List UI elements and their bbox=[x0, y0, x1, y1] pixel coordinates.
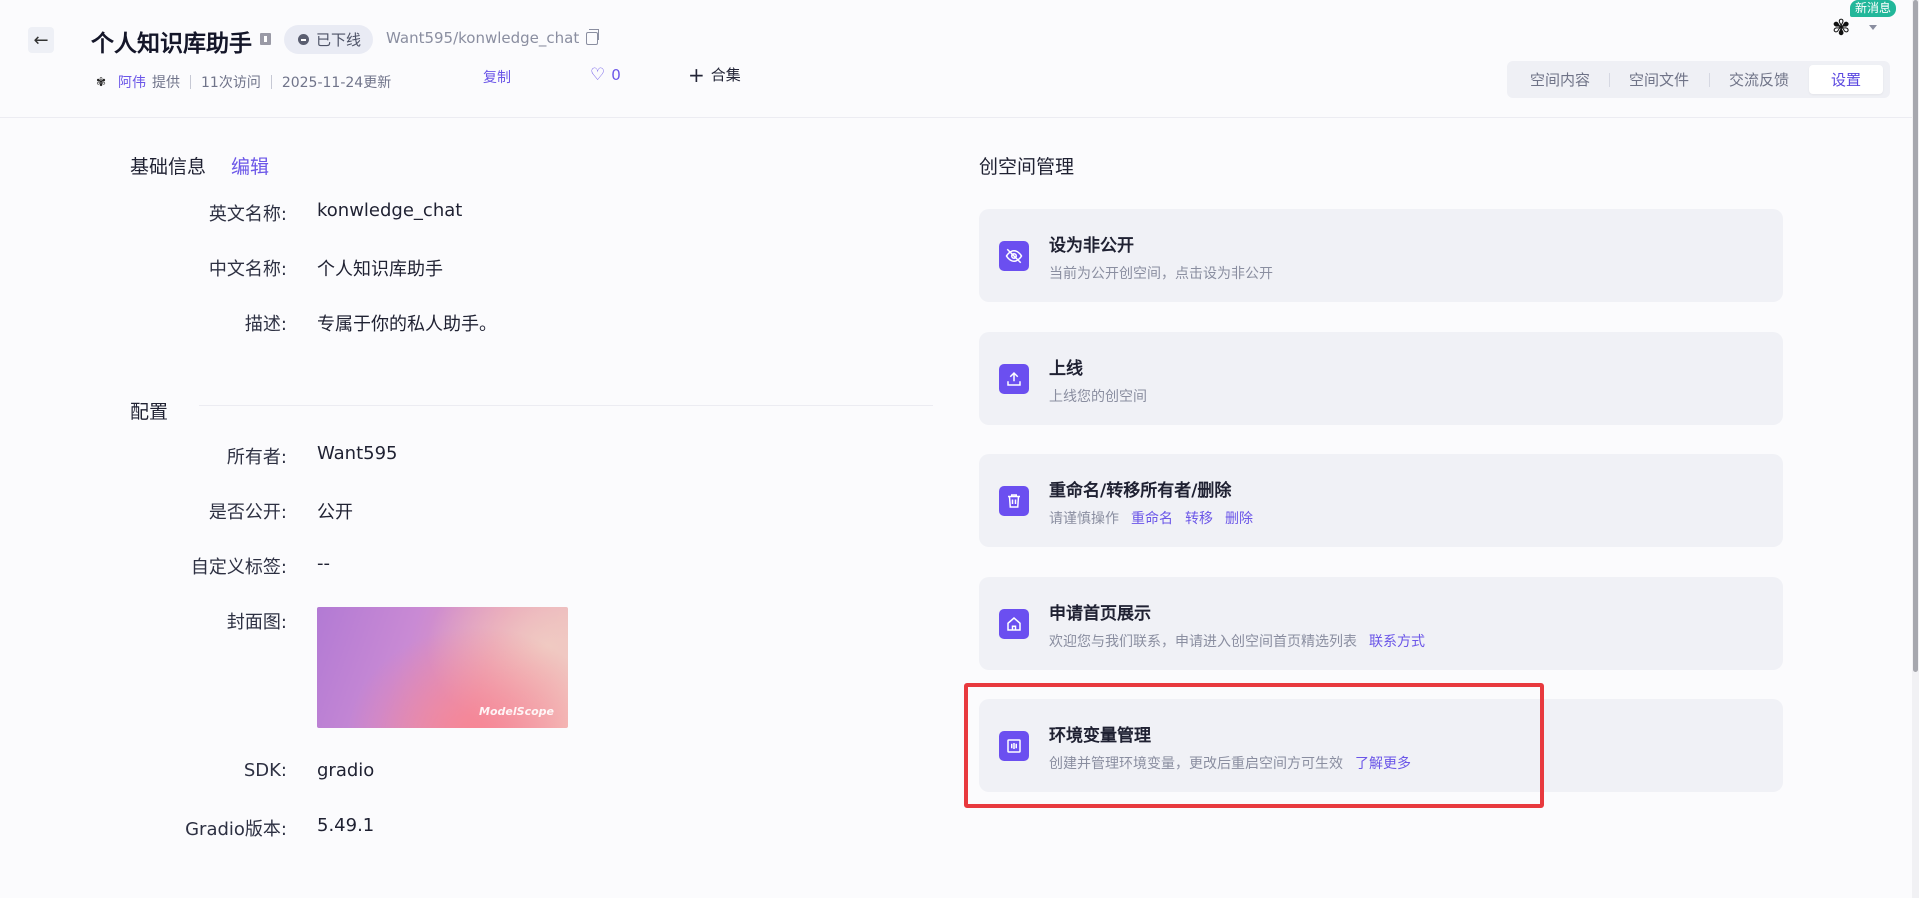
config-title: 配置 bbox=[130, 401, 169, 423]
home-icon bbox=[999, 609, 1029, 639]
visit-count: 11次访问 bbox=[201, 75, 261, 91]
go-online-card[interactable]: 上线 上线您的创空间 bbox=[979, 332, 1783, 425]
card-description: 上线您的创空间 bbox=[1049, 386, 1147, 406]
contact-link[interactable]: 联系方式 bbox=[1369, 631, 1425, 651]
copy-button[interactable]: 复制 bbox=[483, 67, 511, 87]
owner-value: Want595 bbox=[317, 443, 398, 464]
author-link[interactable]: 阿伟 bbox=[118, 72, 146, 92]
site-logo-icon[interactable]: ✾ bbox=[1832, 16, 1856, 42]
card-description: 请谨慎操作 重命名 转移 删除 bbox=[1049, 508, 1253, 528]
tab-feedback[interactable]: 交流反馈 bbox=[1709, 65, 1809, 94]
management-title: 创空间管理 bbox=[979, 156, 1075, 178]
copy-path-icon[interactable] bbox=[586, 29, 599, 45]
field-label: Gradio版本: bbox=[185, 819, 287, 840]
env-var-icon bbox=[999, 731, 1029, 761]
homepage-showcase-card: 申请首页展示 欢迎您与我们联系，申请进入创空间首页精选列表 联系方式 bbox=[979, 577, 1783, 670]
trash-icon bbox=[999, 486, 1029, 516]
card-desc-text: 欢迎您与我们联系，申请进入创空间首页精选列表 bbox=[1049, 634, 1357, 650]
card-desc-text: 上线您的创空间 bbox=[1049, 389, 1147, 405]
status-badge: 已下线 bbox=[284, 25, 374, 54]
page-header: ← 个人知识库助手 已下线 Want595/konwledge_chat ✾ 阿… bbox=[0, 0, 1919, 118]
section-divider bbox=[199, 405, 933, 406]
card-description: 欢迎您与我们联系，申请进入创空间首页精选列表 联系方式 bbox=[1049, 631, 1425, 651]
delete-link[interactable]: 删除 bbox=[1225, 508, 1253, 528]
space-title: 个人知识库助手 bbox=[91, 31, 252, 57]
rename-transfer-delete-card: 重命名/转移所有者/删除 请谨慎操作 重命名 转移 删除 bbox=[979, 454, 1783, 547]
field-label: 中文名称: bbox=[208, 259, 287, 280]
field-label: 所有者: bbox=[226, 447, 287, 468]
card-desc-text: 请谨慎操作 bbox=[1049, 511, 1119, 527]
card-desc-text: 当前为公开创空间，点击设为非公开 bbox=[1049, 266, 1273, 282]
like-count: 0 bbox=[611, 66, 621, 84]
status-text: 已下线 bbox=[316, 31, 362, 49]
field-label: 封面图: bbox=[226, 612, 287, 633]
english-name-value: konwledge_chat bbox=[317, 200, 463, 221]
meta-divider bbox=[270, 75, 272, 89]
info-icon[interactable] bbox=[260, 33, 271, 45]
tab-space-content[interactable]: 空间内容 bbox=[1511, 65, 1609, 94]
card-title: 上线 bbox=[1049, 359, 1083, 379]
heart-icon: ♡ bbox=[590, 64, 606, 85]
card-title: 申请首页展示 bbox=[1049, 604, 1151, 624]
chevron-down-icon[interactable] bbox=[1869, 25, 1877, 30]
rename-link[interactable]: 重命名 bbox=[1131, 508, 1173, 528]
field-label: SDK: bbox=[243, 760, 287, 781]
tab-settings[interactable]: 设置 bbox=[1809, 65, 1883, 94]
space-meta: ✾ 阿伟 提供 11次访问 2025-11-24更新 bbox=[96, 72, 391, 92]
chinese-name-value: 个人知识库助手 bbox=[317, 259, 443, 280]
repo-path: Want595/konwledge_chat bbox=[386, 29, 580, 47]
cover-watermark: ModelScope bbox=[479, 705, 554, 718]
new-message-badge[interactable]: 新消息 bbox=[1850, 0, 1897, 17]
learn-more-link[interactable]: 了解更多 bbox=[1355, 753, 1411, 773]
like-button[interactable]: ♡ 0 bbox=[590, 66, 621, 84]
card-desc-text: 创建并管理环境变量，更改后重启空间方可生效 bbox=[1049, 756, 1343, 772]
eye-off-icon bbox=[999, 241, 1029, 271]
card-description: 当前为公开创空间，点击设为非公开 bbox=[1049, 263, 1273, 283]
visibility-value: 公开 bbox=[317, 502, 353, 523]
add-collection-button[interactable]: + 合集 bbox=[688, 64, 741, 85]
collection-label: 合集 bbox=[710, 66, 741, 84]
offline-icon bbox=[298, 34, 309, 45]
author-avatar-icon: ✾ bbox=[96, 75, 107, 89]
card-title: 设为非公开 bbox=[1049, 236, 1134, 256]
gradio-version-value: 5.49.1 bbox=[317, 815, 375, 836]
field-label: 自定义标签: bbox=[190, 557, 287, 578]
tab-space-files[interactable]: 空间文件 bbox=[1609, 65, 1709, 94]
provided-text: 提供 bbox=[152, 75, 180, 91]
basic-info-title: 基础信息 bbox=[130, 156, 207, 178]
sdk-value: gradio bbox=[317, 760, 375, 781]
card-title: 环境变量管理 bbox=[1049, 726, 1151, 746]
space-tabs: 空间内容 空间文件 交流反馈 设置 bbox=[1507, 61, 1890, 98]
transfer-link[interactable]: 转移 bbox=[1185, 508, 1213, 528]
cover-image: ModelScope bbox=[317, 607, 568, 728]
updated-date: 2025-11-24更新 bbox=[281, 75, 392, 91]
description-value: 专属于你的私人助手。 bbox=[317, 314, 497, 335]
field-label: 是否公开: bbox=[208, 502, 287, 523]
custom-tags-value: -- bbox=[317, 553, 330, 574]
scrollbar-thumb[interactable] bbox=[1913, 0, 1918, 672]
meta-divider bbox=[190, 75, 191, 89]
back-arrow-icon[interactable]: ← bbox=[28, 27, 54, 53]
field-label: 英文名称: bbox=[208, 204, 287, 225]
env-var-card[interactable]: 环境变量管理 创建并管理环境变量，更改后重启空间方可生效 了解更多 bbox=[979, 699, 1783, 792]
upload-icon bbox=[999, 364, 1029, 394]
edit-button[interactable]: 编辑 bbox=[231, 152, 269, 179]
plus-icon: + bbox=[688, 62, 705, 87]
card-description: 创建并管理环境变量，更改后重启空间方可生效 了解更多 bbox=[1049, 753, 1411, 773]
make-private-card[interactable]: 设为非公开 当前为公开创空间，点击设为非公开 bbox=[979, 209, 1783, 302]
field-label: 描述: bbox=[244, 314, 287, 335]
card-title: 重命名/转移所有者/删除 bbox=[1049, 481, 1232, 501]
